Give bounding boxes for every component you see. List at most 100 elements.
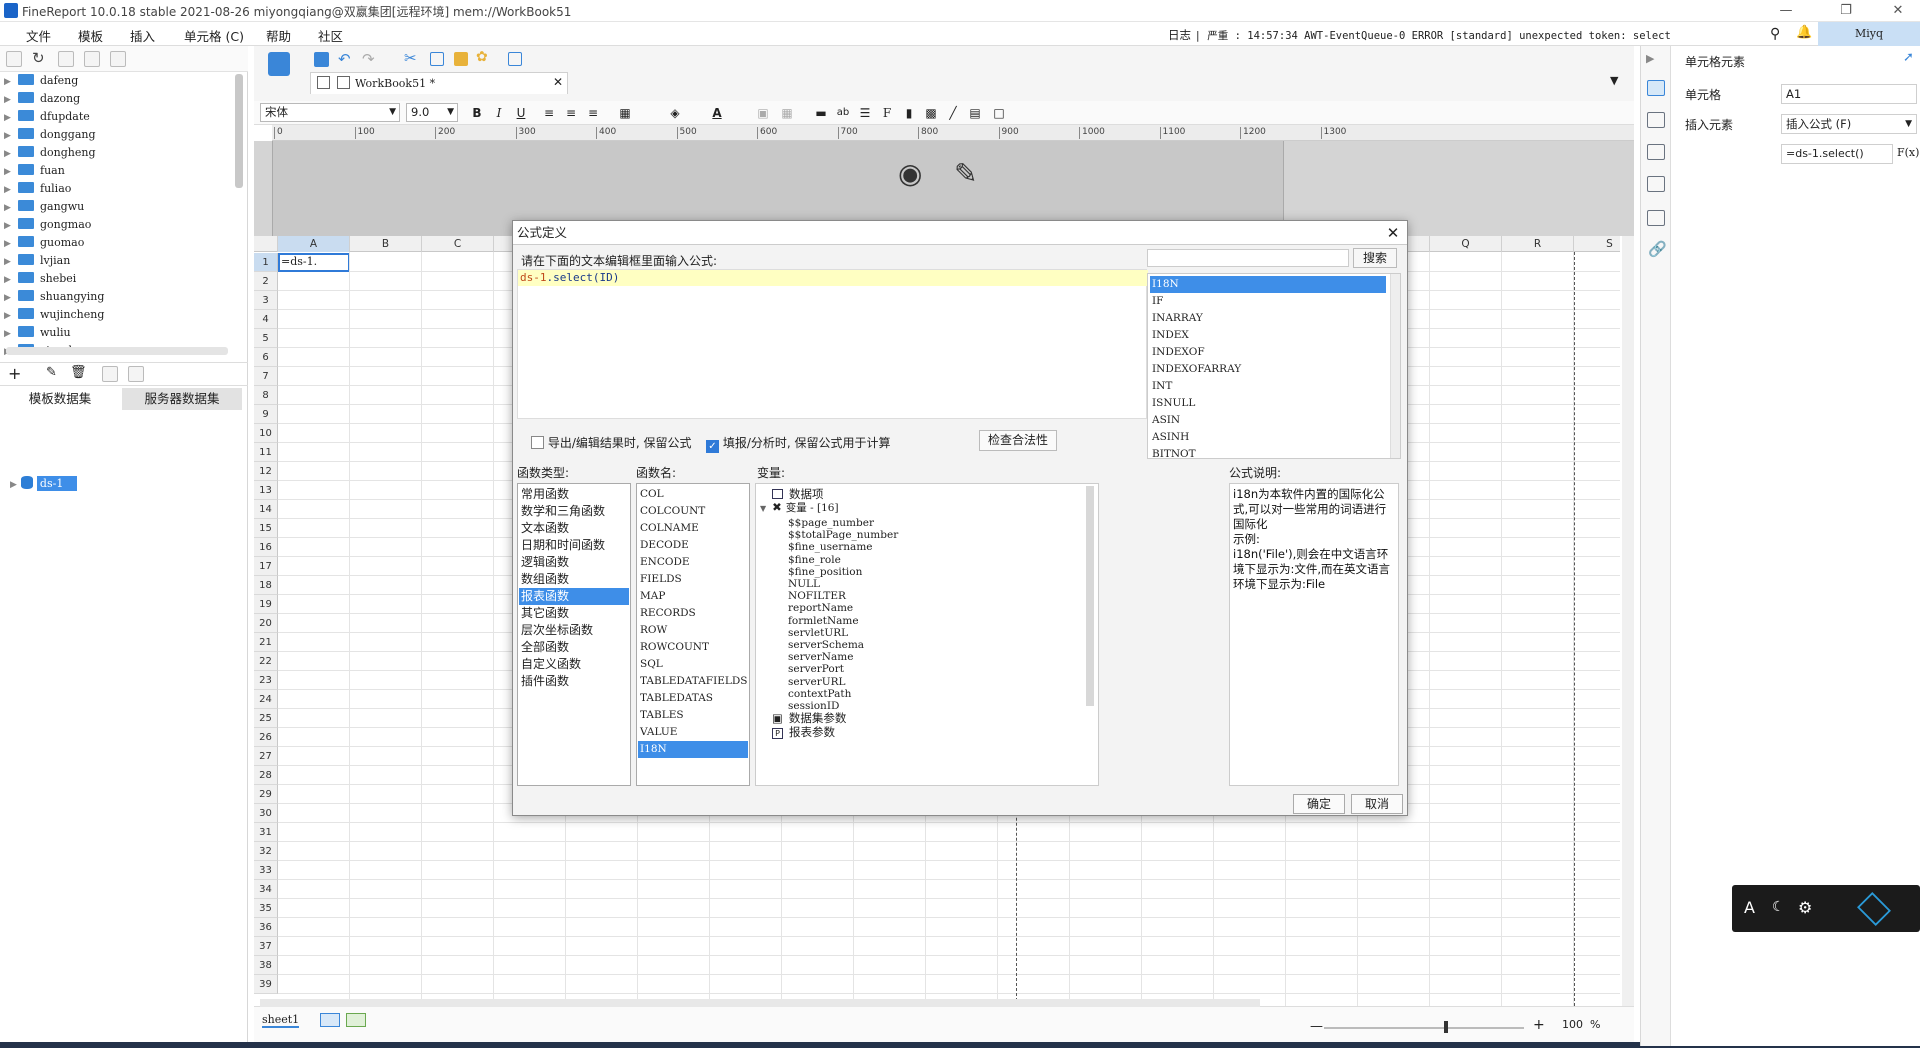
row-header-cell[interactable]: 9 (254, 405, 278, 424)
insert-element-select[interactable]: 插入公式 (F) ▼ (1781, 114, 1917, 134)
function-type-item[interactable]: 自定义函数 (519, 656, 629, 673)
row-header-cell[interactable]: 38 (254, 956, 278, 975)
search-result-item[interactable]: IF (1150, 293, 1386, 310)
function-type-item[interactable]: 数学和三角函数 (519, 503, 629, 520)
tab-template-dataset[interactable]: 模板数据集 (0, 388, 120, 410)
results-scrollbar[interactable] (1390, 274, 1400, 458)
function-name-item[interactable]: COLNAME (638, 520, 748, 537)
row-header-cell[interactable]: 35 (254, 899, 278, 918)
function-name-item[interactable]: VALUE (638, 724, 748, 741)
collapse-icon[interactable]: ▶ (1646, 52, 1654, 65)
tree-folder[interactable]: ▶ gongmao (4, 218, 91, 236)
tree-folder[interactable]: ▶ wujincheng (4, 308, 104, 326)
tree-folder[interactable]: ▶ fuliao (4, 182, 71, 200)
paste-icon[interactable] (454, 52, 468, 66)
italic-button[interactable]: I (490, 104, 508, 122)
menu-help[interactable]: 帮助 (266, 26, 291, 45)
formula-line[interactable]: ds-1.select(ID) (518, 270, 1148, 286)
format-painter-icon[interactable]: ✿ (476, 49, 488, 65)
tree-folder[interactable]: ▶ wuliu (4, 326, 71, 344)
cancel-button[interactable]: 取消 (1351, 794, 1403, 814)
tree-folder[interactable]: ▶ shuangying (4, 290, 104, 308)
tree-folder[interactable]: ▶ dfupdate (4, 110, 90, 128)
column-header-cell[interactable]: A (278, 236, 350, 252)
border-icon[interactable]: ▦ (616, 104, 634, 122)
function-type-item[interactable]: 逻辑函数 (519, 554, 629, 571)
redo-icon[interactable]: ↷ (362, 50, 375, 68)
row-header-cell[interactable]: 33 (254, 861, 278, 880)
variable-scrollbar[interactable] (1086, 486, 1094, 706)
tree-folder[interactable]: ▶ dongheng (4, 146, 96, 164)
search-icon[interactable]: ⚲ (1770, 26, 1780, 42)
row-header-cell[interactable]: 19 (254, 595, 278, 614)
save-icon[interactable] (314, 52, 329, 67)
option-fill-keep-formula[interactable]: ✓ 填报/分析时, 保留公式用于计算 (706, 434, 891, 453)
search-result-item[interactable]: INARRAY (1150, 310, 1386, 327)
function-type-item[interactable]: 其它函数 (519, 605, 629, 622)
tree-folder[interactable]: ▶ dafeng (4, 74, 78, 92)
row-header-cell[interactable]: 32 (254, 842, 278, 861)
underline-button[interactable]: U (512, 104, 530, 122)
log-status[interactable]: 日志 | 严重 : 14:57:34 AWT-EventQueue-0 ERRO… (1168, 27, 1671, 43)
variable-tree[interactable]: 数据项 ▼ ✖ 变量 - [16] $$page_number $$totalPage… (755, 483, 1099, 786)
row-header-cell[interactable]: 24 (254, 690, 278, 709)
var-report-params[interactable]: P 报表参数 (772, 724, 835, 740)
function-type-item[interactable]: 插件函数 (519, 673, 629, 690)
unmerge-icon[interactable]: ▦ (778, 104, 796, 122)
tree-folder[interactable]: ▶ lvjian (4, 254, 70, 272)
dialog-close-icon[interactable]: ✕ (1383, 223, 1403, 243)
function-name-item[interactable]: ROWCOUNT (638, 639, 748, 656)
search-result-item[interactable]: ASIN (1150, 412, 1386, 429)
formula-icon[interactable]: F (878, 104, 896, 122)
tree-folder[interactable]: ▶ donggang (4, 128, 96, 146)
function-name-item[interactable]: COLCOUNT (638, 503, 748, 520)
column-header-cell[interactable]: Q (1430, 236, 1502, 252)
refresh-icon[interactable]: ↻ (32, 49, 45, 67)
function-type-item[interactable]: 文本函数 (519, 520, 629, 537)
user-name[interactable]: Miyq (1818, 22, 1920, 46)
merge-icon[interactable]: ▣ (754, 104, 772, 122)
row-header-cell[interactable]: 29 (254, 785, 278, 804)
function-name-item[interactable]: I18N (638, 741, 748, 758)
new-folder-icon[interactable] (6, 51, 22, 67)
row-header-cell[interactable]: 8 (254, 386, 278, 405)
condition-icon[interactable] (1647, 210, 1665, 226)
function-name-item[interactable]: RECORDS (638, 605, 748, 622)
moon-icon[interactable]: ☾ (1772, 899, 1785, 915)
row-header-cell[interactable]: 16 (254, 538, 278, 557)
row-header-cell[interactable]: 27 (254, 747, 278, 766)
row-header-cell[interactable]: 20 (254, 614, 278, 633)
zoom-slider[interactable] (1324, 1027, 1524, 1029)
row-header-cell[interactable]: 17 (254, 557, 278, 576)
column-header-cell[interactable]: C (422, 236, 494, 252)
zoom-value[interactable]: 100 (1562, 1018, 1583, 1031)
row-header-cell[interactable]: 39 (254, 975, 278, 994)
row-header-cell[interactable]: 4 (254, 310, 278, 329)
function-name-item[interactable]: MAP (638, 588, 748, 605)
row-header-cell[interactable]: 36 (254, 918, 278, 937)
column-header-cell[interactable]: R (1502, 236, 1574, 252)
cell-a1[interactable]: =ds-1. (278, 253, 350, 272)
function-name-item[interactable]: COL (638, 486, 748, 503)
function-search-input[interactable] (1147, 249, 1349, 267)
corner-cell[interactable] (254, 236, 278, 252)
row-header-cell[interactable]: 6 (254, 348, 278, 367)
grid-hscrollbar[interactable] (260, 999, 1260, 1007)
function-name-item[interactable]: TABLES (638, 707, 748, 724)
bell-icon[interactable]: 🔔 (1796, 25, 1812, 40)
add-sheet-icon[interactable] (320, 1013, 340, 1027)
option-export-keep-formula[interactable]: 导出/编辑结果时, 保留公式 (531, 434, 692, 451)
delete-icon[interactable]: 🗑 (70, 365, 87, 380)
row-header-cell[interactable]: 1 (254, 253, 278, 272)
checkbox-export[interactable] (531, 436, 544, 449)
restore-button[interactable]: ❐ (1824, 0, 1868, 22)
menu-icon[interactable]: ▼ (1610, 74, 1618, 87)
search-result-item[interactable]: ISNULL (1150, 395, 1386, 412)
search-result-item[interactable]: I18N (1150, 276, 1386, 293)
menu-template[interactable]: 模板 (78, 26, 103, 45)
preview-icon[interactable] (508, 52, 522, 66)
hyperlink-icon[interactable]: 🔗 (1648, 240, 1667, 258)
fill-color-icon[interactable]: ◈ (666, 104, 684, 122)
row-header-cell[interactable]: 30 (254, 804, 278, 823)
add-form-sheet-icon[interactable] (346, 1013, 366, 1027)
